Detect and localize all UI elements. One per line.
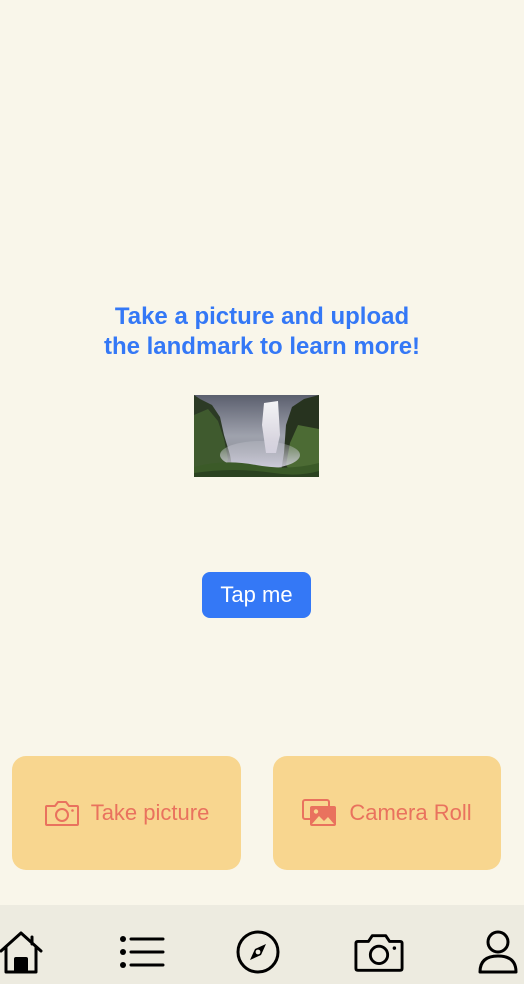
tab-list[interactable] — [117, 927, 167, 977]
home-icon — [0, 931, 43, 974]
camera-roll-button[interactable]: Camera Roll — [273, 756, 501, 870]
tap-me-button[interactable]: Tap me — [202, 572, 311, 618]
photo-library-icon — [302, 798, 338, 828]
headline-line-2: the landmark to learn more! — [103, 333, 421, 360]
tab-home[interactable] — [0, 927, 46, 977]
camera-icon — [354, 934, 404, 972]
person-icon — [478, 930, 518, 974]
tab-camera[interactable] — [354, 927, 404, 977]
camera-roll-label: Camera Roll — [349, 800, 472, 825]
landmark-photo — [194, 395, 319, 477]
take-picture-button[interactable]: Take picture — [12, 756, 241, 870]
tab-explore[interactable] — [233, 927, 283, 977]
instruction-headline: Take a picture and upload the landmark t… — [62, 302, 462, 362]
camera-icon — [44, 799, 80, 827]
tab-profile[interactable] — [473, 927, 523, 977]
headline-line-1: Take a picture and upload — [114, 303, 410, 330]
take-picture-label: Take picture — [90, 800, 210, 825]
tab-bar — [0, 905, 524, 984]
list-icon — [120, 936, 165, 968]
compass-icon — [236, 930, 280, 974]
